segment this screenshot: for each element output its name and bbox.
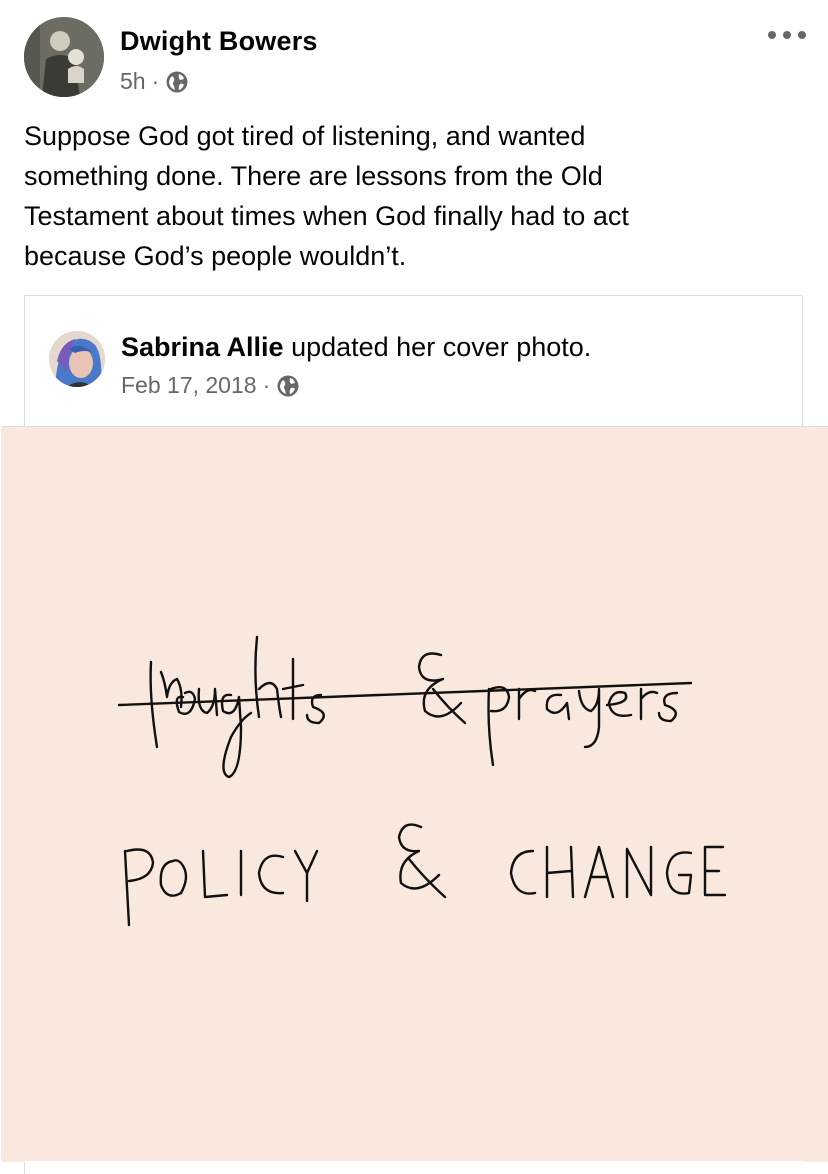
more-dot: [768, 31, 776, 39]
globe-icon: [166, 71, 188, 92]
post-text-line: Suppose God got tired of listening, and …: [24, 121, 586, 151]
post-text: Suppose God got tired of listening, and …: [24, 116, 804, 276]
handwritten-artwork: [117, 635, 727, 927]
shared-post-card[interactable]: Sabrina Allie updated her cover photo. F…: [1, 295, 828, 1174]
shared-post-date[interactable]: Feb 17, 2018: [121, 372, 257, 399]
author-avatar[interactable]: [24, 17, 104, 97]
post-text-line: Testament about times when God finally h…: [24, 201, 629, 231]
more-options-button[interactable]: [768, 24, 806, 46]
shared-post-title: Sabrina Allie updated her cover photo.: [121, 332, 591, 363]
globe-icon: [277, 375, 299, 396]
shared-post-header: Sabrina Allie updated her cover photo. F…: [25, 296, 802, 426]
author-name[interactable]: Dwight Bowers: [120, 26, 318, 57]
shared-post-meta: Feb 17, 2018 ·: [121, 372, 300, 399]
meta-separator: ·: [151, 68, 160, 94]
shared-avatar-photo: [49, 331, 105, 387]
more-dot: [783, 31, 791, 39]
author-avatar-photo: [24, 17, 104, 97]
shared-action-text: updated her cover photo.: [283, 332, 592, 362]
shared-author-name[interactable]: Sabrina Allie: [121, 332, 284, 362]
post-text-line: something done. There are lessons from t…: [24, 161, 603, 191]
cover-photo[interactable]: [1, 426, 828, 1162]
shared-author-avatar[interactable]: [49, 331, 105, 387]
post-meta: 5h ·: [120, 68, 189, 95]
shared-meta-separator: ·: [262, 372, 271, 398]
post-time[interactable]: 5h: [120, 68, 146, 95]
more-dot: [798, 31, 806, 39]
facebook-post: Dwight Bowers 5h · Suppose God got tired…: [0, 0, 828, 1174]
post-text-line: because God’s people wouldn’t.: [24, 241, 407, 271]
card-bottom: [25, 1161, 804, 1174]
